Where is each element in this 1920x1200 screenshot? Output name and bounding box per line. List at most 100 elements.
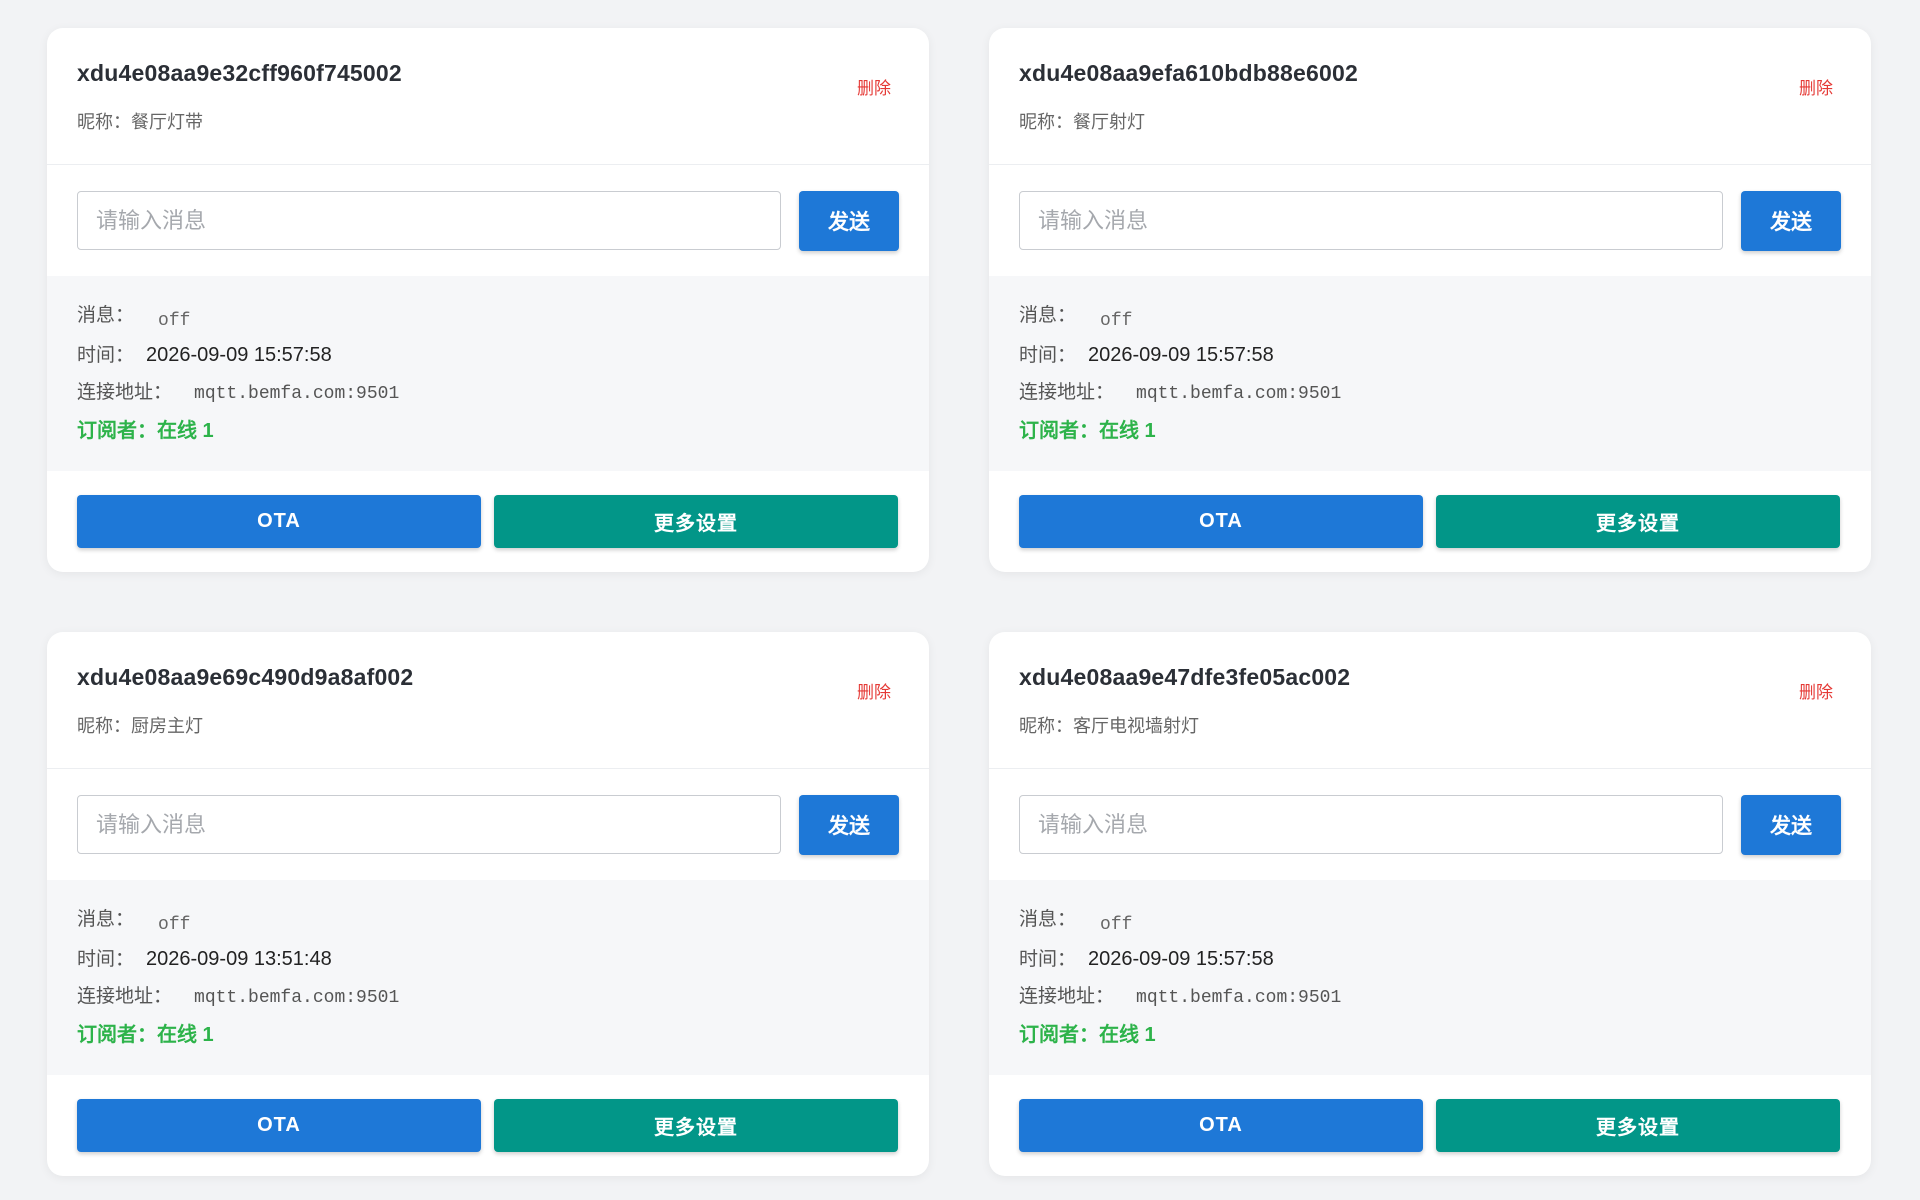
subscribers-value: 在线 1 <box>157 1024 214 1046</box>
send-row: 发送 <box>47 769 929 880</box>
action-row: OTA 更多设置 <box>989 471 1871 548</box>
message-value: off <box>1100 915 1133 935</box>
message-label: 消息： <box>1019 305 1077 326</box>
more-settings-button[interactable]: 更多设置 <box>1436 495 1840 548</box>
send-button[interactable]: 发送 <box>1741 190 1841 251</box>
subscribers-row: 订阅者： 在线 1 <box>1019 1018 1841 1054</box>
message-input[interactable] <box>77 795 781 854</box>
action-row: OTA 更多设置 <box>989 1075 1871 1152</box>
message-row: 消息： off <box>77 904 899 944</box>
message-value: off <box>158 915 191 935</box>
send-row: 发送 <box>989 165 1871 276</box>
time-value: 2026-09-09 15:57:58 <box>1088 948 1274 970</box>
time-label: 时间： <box>1019 949 1077 970</box>
delete-button[interactable]: 删除 <box>857 74 891 99</box>
nickname-value: 客厅电视墙射灯 <box>1073 716 1199 736</box>
device-id: xdu4e08aa9e32cff960f745002 <box>77 60 402 86</box>
device-card: xdu4e08aa9efa610bdb88e6002 昵称：餐厅射灯 删除 发送… <box>989 28 1871 572</box>
device-info: 消息： off 时间： 2026-09-09 15:57:58 连接地址： mq… <box>47 276 929 471</box>
address-row: 连接地址： mqtt.bemfa.com:9501 <box>1019 377 1841 414</box>
device-grid: xdu4e08aa9e32cff960f745002 昵称：餐厅灯带 删除 发送… <box>0 0 1920 1200</box>
device-id: xdu4e08aa9e69c490d9a8af002 <box>77 664 414 690</box>
subscribers-label: 订阅者： <box>1019 1024 1099 1046</box>
time-value: 2026-09-09 15:57:58 <box>146 344 332 366</box>
device-info: 消息： off 时间： 2026-09-09 13:51:48 连接地址： mq… <box>47 880 929 1075</box>
nickname-value: 餐厅灯带 <box>131 112 203 132</box>
subscribers-row: 订阅者： 在线 1 <box>77 414 899 450</box>
time-row: 时间： 2026-09-09 15:57:58 <box>1019 340 1841 377</box>
card-header: xdu4e08aa9e32cff960f745002 昵称：餐厅灯带 删除 <box>47 28 929 165</box>
subscribers-label: 订阅者： <box>1019 420 1099 442</box>
message-row: 消息： off <box>77 300 899 340</box>
time-value: 2026-09-09 15:57:58 <box>1088 344 1274 366</box>
delete-button[interactable]: 删除 <box>857 678 891 703</box>
subscribers-row: 订阅者： 在线 1 <box>1019 414 1841 450</box>
device-id: xdu4e08aa9e47dfe3fe05ac002 <box>1019 664 1351 690</box>
message-input[interactable] <box>1019 191 1723 250</box>
more-settings-button[interactable]: 更多设置 <box>1436 1099 1840 1152</box>
message-label: 消息： <box>1019 909 1077 930</box>
message-input[interactable] <box>1019 795 1723 854</box>
address-value: mqtt.bemfa.com:9501 <box>194 384 400 404</box>
ota-button[interactable]: OTA <box>77 1099 481 1152</box>
nickname-label: 昵称： <box>77 716 131 736</box>
device-info: 消息： off 时间： 2026-09-09 15:57:58 连接地址： mq… <box>989 880 1871 1075</box>
nickname-row: 昵称：餐厅射灯 <box>1019 108 1841 134</box>
address-row: 连接地址： mqtt.bemfa.com:9501 <box>1019 981 1841 1018</box>
ota-button[interactable]: OTA <box>1019 495 1423 548</box>
message-label: 消息： <box>77 305 135 326</box>
nickname-value: 厨房主灯 <box>131 716 203 736</box>
subscribers-row: 订阅者： 在线 1 <box>77 1018 899 1054</box>
ota-button[interactable]: OTA <box>1019 1099 1423 1152</box>
delete-button[interactable]: 删除 <box>1799 678 1833 703</box>
message-label: 消息： <box>77 909 135 930</box>
address-value: mqtt.bemfa.com:9501 <box>194 988 400 1008</box>
subscribers-value: 在线 1 <box>157 420 214 442</box>
address-value: mqtt.bemfa.com:9501 <box>1136 384 1342 404</box>
device-card: xdu4e08aa9e47dfe3fe05ac002 昵称：客厅电视墙射灯 删除… <box>989 632 1871 1176</box>
send-button[interactable]: 发送 <box>799 794 899 855</box>
time-label: 时间： <box>1019 345 1077 366</box>
send-row: 发送 <box>989 769 1871 880</box>
action-row: OTA 更多设置 <box>47 471 929 548</box>
send-button[interactable]: 发送 <box>799 190 899 251</box>
address-value: mqtt.bemfa.com:9501 <box>1136 988 1342 1008</box>
card-header: xdu4e08aa9efa610bdb88e6002 昵称：餐厅射灯 删除 <box>989 28 1871 165</box>
device-id: xdu4e08aa9efa610bdb88e6002 <box>1019 60 1358 86</box>
time-label: 时间： <box>77 345 135 366</box>
card-header: xdu4e08aa9e69c490d9a8af002 昵称：厨房主灯 删除 <box>47 632 929 769</box>
more-settings-button[interactable]: 更多设置 <box>494 495 898 548</box>
time-value: 2026-09-09 13:51:48 <box>146 948 332 970</box>
address-label: 连接地址： <box>1019 986 1115 1007</box>
nickname-label: 昵称： <box>77 112 131 132</box>
time-row: 时间： 2026-09-09 15:57:58 <box>1019 944 1841 981</box>
message-value: off <box>158 311 191 331</box>
message-row: 消息： off <box>1019 300 1841 340</box>
address-label: 连接地址： <box>77 986 173 1007</box>
address-label: 连接地址： <box>77 382 173 403</box>
ota-button[interactable]: OTA <box>77 495 481 548</box>
nickname-row: 昵称：餐厅灯带 <box>77 108 899 134</box>
send-row: 发送 <box>47 165 929 276</box>
nickname-row: 昵称：厨房主灯 <box>77 712 899 738</box>
device-info: 消息： off 时间： 2026-09-09 15:57:58 连接地址： mq… <box>989 276 1871 471</box>
device-card: xdu4e08aa9e69c490d9a8af002 昵称：厨房主灯 删除 发送… <box>47 632 929 1176</box>
subscribers-label: 订阅者： <box>77 420 157 442</box>
address-label: 连接地址： <box>1019 382 1115 403</box>
message-input[interactable] <box>77 191 781 250</box>
message-row: 消息： off <box>1019 904 1841 944</box>
device-card: xdu4e08aa9e32cff960f745002 昵称：餐厅灯带 删除 发送… <box>47 28 929 572</box>
address-row: 连接地址： mqtt.bemfa.com:9501 <box>77 981 899 1018</box>
address-row: 连接地址： mqtt.bemfa.com:9501 <box>77 377 899 414</box>
action-row: OTA 更多设置 <box>47 1075 929 1152</box>
time-label: 时间： <box>77 949 135 970</box>
nickname-value: 餐厅射灯 <box>1073 112 1145 132</box>
nickname-label: 昵称： <box>1019 112 1073 132</box>
card-header: xdu4e08aa9e47dfe3fe05ac002 昵称：客厅电视墙射灯 删除 <box>989 632 1871 769</box>
more-settings-button[interactable]: 更多设置 <box>494 1099 898 1152</box>
delete-button[interactable]: 删除 <box>1799 74 1833 99</box>
send-button[interactable]: 发送 <box>1741 794 1841 855</box>
nickname-row: 昵称：客厅电视墙射灯 <box>1019 712 1841 738</box>
nickname-label: 昵称： <box>1019 716 1073 736</box>
time-row: 时间： 2026-09-09 15:57:58 <box>77 340 899 377</box>
